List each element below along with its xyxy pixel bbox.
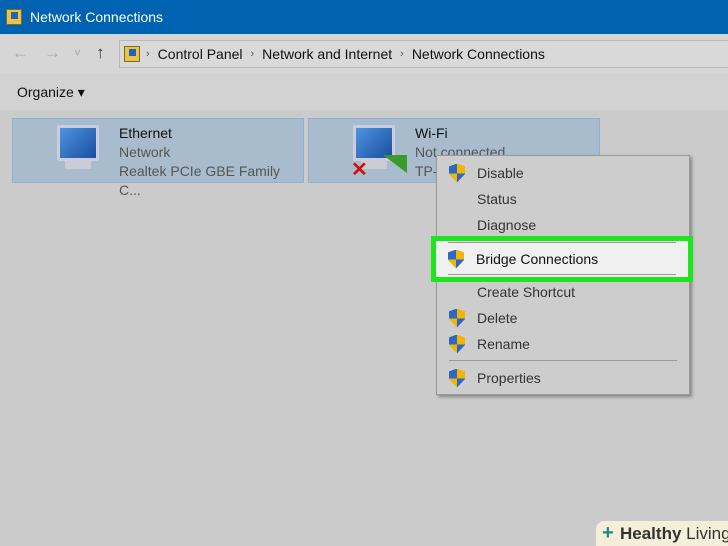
watermark-rest: Living	[686, 523, 728, 543]
watermark: + Healthy Living	[596, 521, 728, 546]
signal-bars-icon	[383, 155, 407, 173]
chevron-right-icon: ›	[250, 48, 255, 60]
watermark-bold: Healthy	[620, 523, 682, 543]
menu-item-bridge-connections[interactable]: Bridge Connections	[431, 236, 693, 282]
window-title: Network Connections	[30, 9, 164, 25]
menu-separator	[448, 274, 676, 275]
menu-label: Status	[477, 191, 517, 207]
title-bar: Network Connections	[0, 0, 728, 34]
back-button[interactable]: ←	[12, 43, 29, 63]
computer-icon	[57, 125, 99, 161]
menu-item-properties[interactable]: Properties	[437, 366, 689, 390]
uac-shield-icon	[449, 368, 465, 388]
breadcrumb-network-connections[interactable]: Network Connections	[412, 46, 545, 62]
menu-label: Bridge Connections	[476, 251, 599, 267]
computer-base	[65, 161, 91, 169]
menu-label: Rename	[477, 336, 530, 352]
menu-item-create-shortcut[interactable]: Create Shortcut	[437, 280, 689, 304]
navigation-bar: ← → ˅ ↑ › Control Panel › Network and In…	[0, 34, 728, 74]
connection-name: Ethernet	[119, 125, 172, 141]
uac-shield-icon	[449, 163, 465, 183]
up-button[interactable]: ↑	[96, 43, 105, 63]
menu-item-status[interactable]: Status	[437, 187, 689, 211]
breadcrumb-control-panel[interactable]: Control Panel	[158, 46, 243, 62]
uac-shield-icon	[449, 308, 465, 328]
network-connections-icon	[6, 9, 22, 25]
menu-separator	[449, 360, 677, 361]
menu-label: Properties	[477, 370, 541, 386]
menu-item-delete[interactable]: Delete	[437, 306, 689, 330]
command-bar: Organize ▾	[0, 74, 728, 110]
disconnected-x-icon: ✕	[351, 159, 368, 181]
connection-status: Network	[119, 144, 171, 160]
connection-name: Wi-Fi	[415, 125, 448, 141]
menu-label: Disable	[477, 165, 524, 181]
network-connections-icon	[124, 46, 140, 62]
menu-item-disable[interactable]: Disable	[437, 161, 689, 185]
plus-leaf-icon: +	[602, 522, 614, 544]
menu-item-rename[interactable]: Rename	[437, 332, 689, 356]
chevron-right-icon: ›	[146, 48, 150, 60]
address-bar[interactable]: › Control Panel › Network and Internet ›…	[119, 40, 728, 68]
menu-label: Diagnose	[477, 217, 537, 233]
menu-item-row: Bridge Connections	[436, 247, 688, 271]
chevron-right-icon: ›	[400, 48, 404, 60]
menu-item-diagnose[interactable]: Diagnose	[437, 213, 689, 237]
organize-button[interactable]: Organize ▾	[17, 84, 85, 100]
menu-label: Delete	[477, 310, 518, 326]
forward-button[interactable]: →	[44, 43, 61, 63]
menu-separator	[448, 242, 676, 243]
recent-locations-button[interactable]: ˅	[74, 46, 81, 60]
breadcrumb-network-and-internet[interactable]: Network and Internet	[262, 46, 392, 62]
uac-shield-icon	[448, 249, 464, 269]
uac-shield-icon	[449, 334, 465, 354]
connection-device: Realtek PCIe GBE Family C...	[119, 163, 281, 198]
menu-label: Create Shortcut	[477, 284, 576, 300]
connection-ethernet[interactable]: Ethernet Network Realtek PCIe GBE Family…	[12, 118, 304, 198]
